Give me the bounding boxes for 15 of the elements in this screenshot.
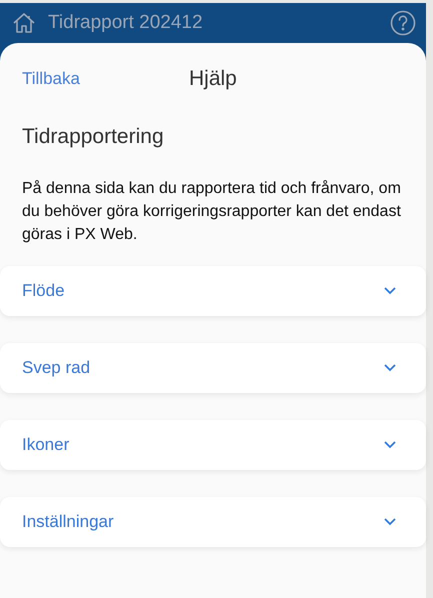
chevron-icon: [384, 364, 396, 372]
accordion-item[interactable]: Flöde: [0, 266, 426, 316]
help-text: På denna sida kan du rapportera tid och frånvaro, om du behöver göra korrigeringsrapporter kan det endast göras i PX Web.: [22, 179, 402, 245]
chevron-icon: [384, 518, 396, 526]
app-title: Tidrapport 202412: [48, 12, 204, 34]
chevron-icon: [384, 441, 396, 449]
accordion-item[interactable]: Ikoner: [0, 420, 426, 470]
section-heading: Tidrapportering: [22, 125, 165, 149]
help-icon[interactable]: [390, 10, 416, 36]
accordion-item[interactable]: Inställningar: [0, 497, 426, 547]
accordion-item[interactable]: Svep rad: [0, 343, 426, 393]
chevron-icon: [384, 287, 396, 295]
home-icon[interactable]: [12, 11, 36, 35]
sheet-title: Hjälp: [189, 67, 237, 91]
back-link[interactable]: Tillbaka: [22, 69, 80, 89]
